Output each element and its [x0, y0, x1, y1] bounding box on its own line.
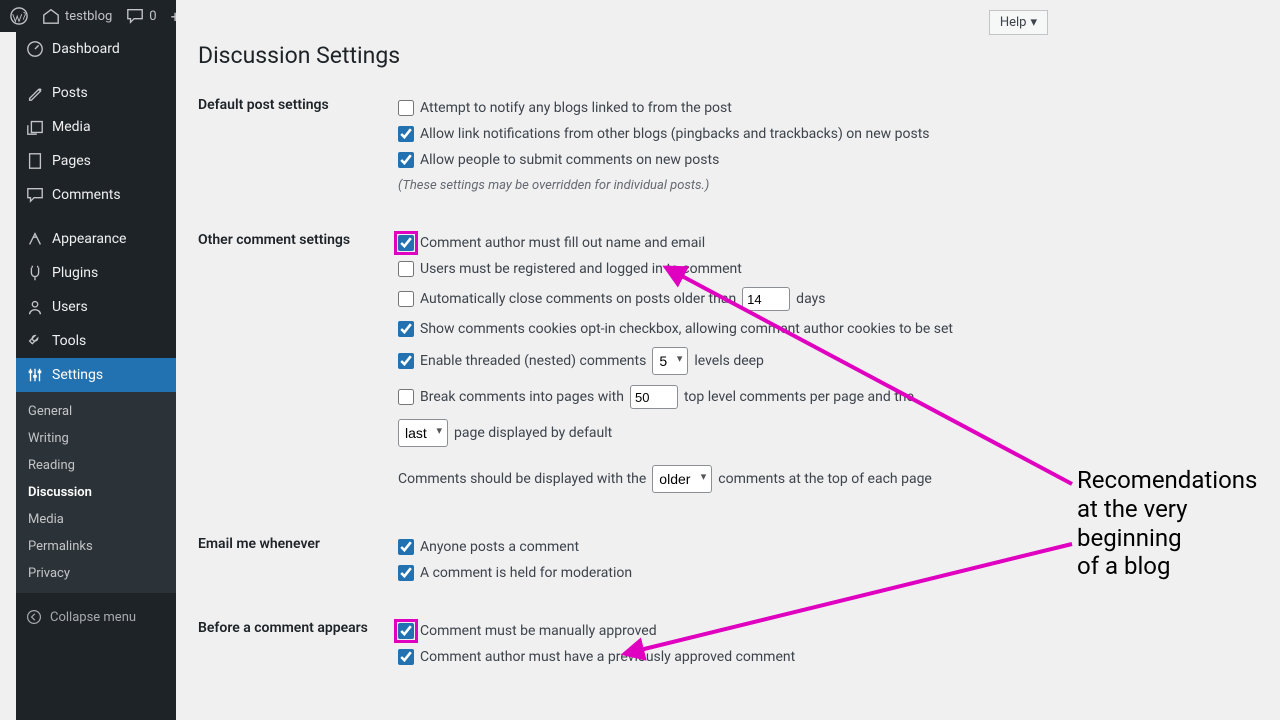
site-link[interactable]: testblog — [42, 7, 112, 25]
lbl-manual-approve: Comment must be manually approved — [420, 623, 657, 639]
cb-auto-close[interactable] — [398, 291, 414, 307]
override-note: (These settings may be overridden for in… — [398, 173, 1068, 198]
input-break-count[interactable] — [630, 385, 678, 409]
section-other-comment: Other comment settings — [198, 230, 398, 498]
admin-sidebar: Dashboard Posts Media Pages Comments App… — [16, 0, 176, 720]
lbl-break-pre: Break comments into pages with — [420, 389, 624, 405]
settings-submenu: General Writing Reading Discussion Media… — [16, 392, 176, 593]
cb-attempt-notify[interactable] — [398, 100, 414, 116]
lbl-users-registered: Users must be registered and logged in t… — [420, 261, 742, 277]
lbl-prev-approved: Comment author must have a previously ap… — [420, 649, 795, 665]
cb-allow-comment[interactable] — [398, 152, 414, 168]
lbl-break-mid: top level comments per page and the — [684, 389, 914, 405]
sub-discussion[interactable]: Discussion — [16, 479, 176, 506]
lbl-author-fill: Comment author must fill out name and em… — [420, 235, 705, 251]
sub-media[interactable]: Media — [16, 506, 176, 533]
sel-threaded-levels[interactable]: 5 — [652, 347, 688, 375]
lbl-auto-close-pre: Automatically close comments on posts ol… — [420, 291, 736, 307]
menu-media[interactable]: Media — [16, 110, 176, 144]
section-default-post: Default post settings — [198, 95, 398, 198]
toolbar-comments[interactable]: 0 — [126, 7, 156, 25]
main-content: Help▾ Discussion Settings Default post s… — [176, 0, 1068, 720]
cb-users-registered[interactable] — [398, 261, 414, 277]
lbl-threaded-pre: Enable threaded (nested) comments — [420, 353, 646, 369]
sub-writing[interactable]: Writing — [16, 425, 176, 452]
menu-tools[interactable]: Tools — [16, 324, 176, 358]
chevron-down-icon: ▾ — [1030, 15, 1037, 30]
lbl-auto-close-post: days — [796, 291, 825, 307]
sel-break-page[interactable]: last — [398, 419, 448, 447]
section-before-comment: Before a comment appears — [198, 618, 398, 670]
menu-plugins[interactable]: Plugins — [16, 256, 176, 290]
lbl-break-post: page displayed by default — [454, 425, 612, 441]
cb-allow-ping[interactable] — [398, 126, 414, 142]
menu-users[interactable]: Users — [16, 290, 176, 324]
sub-general[interactable]: General — [16, 398, 176, 425]
lbl-held-moderation: A comment is held for moderation — [420, 565, 632, 581]
cb-break-pages[interactable] — [398, 389, 414, 405]
lbl-allow-ping: Allow link notifications from other blog… — [420, 126, 930, 142]
menu-pages[interactable]: Pages — [16, 144, 176, 178]
lbl-display-pre: Comments should be displayed with the — [398, 471, 646, 487]
cb-manual-approve[interactable] — [398, 623, 414, 639]
input-auto-close-days[interactable] — [742, 287, 790, 311]
lbl-cookies-optin: Show comments cookies opt-in checkbox, a… — [420, 321, 953, 337]
sub-privacy[interactable]: Privacy — [16, 560, 176, 587]
menu-posts[interactable]: Posts — [16, 76, 176, 110]
lbl-anyone-posts: Anyone posts a comment — [420, 539, 579, 555]
cb-author-fill[interactable] — [398, 235, 414, 251]
comments-count: 0 — [149, 9, 156, 24]
menu-dashboard[interactable]: Dashboard — [16, 32, 176, 66]
menu-settings[interactable]: Settings — [16, 358, 176, 392]
cb-anyone-posts[interactable] — [398, 539, 414, 555]
cb-prev-approved[interactable] — [398, 649, 414, 665]
menu-comments[interactable]: Comments — [16, 178, 176, 212]
sub-reading[interactable]: Reading — [16, 452, 176, 479]
menu-appearance[interactable]: Appearance — [16, 222, 176, 256]
sel-display-order[interactable]: older — [652, 465, 712, 493]
lbl-allow-comment: Allow people to submit comments on new p… — [420, 152, 719, 168]
site-name: testblog — [65, 9, 112, 24]
cb-threaded[interactable] — [398, 353, 414, 369]
collapse-menu[interactable]: Collapse menu — [16, 601, 176, 633]
help-button[interactable]: Help▾ — [989, 10, 1048, 35]
lbl-attempt-notify: Attempt to notify any blogs linked to fr… — [420, 100, 732, 116]
section-email-me: Email me whenever — [198, 534, 398, 586]
cb-cookies-optin[interactable] — [398, 321, 414, 337]
wp-logo[interactable] — [10, 7, 28, 25]
lbl-display-post: comments at the top of each page — [718, 471, 932, 487]
page-title: Discussion Settings — [198, 42, 1068, 69]
annotation-text: Recomendations at the very beginning of … — [1077, 466, 1257, 581]
cb-held-moderation[interactable] — [398, 565, 414, 581]
sub-permalinks[interactable]: Permalinks — [16, 533, 176, 560]
lbl-threaded-post: levels deep — [694, 353, 764, 369]
